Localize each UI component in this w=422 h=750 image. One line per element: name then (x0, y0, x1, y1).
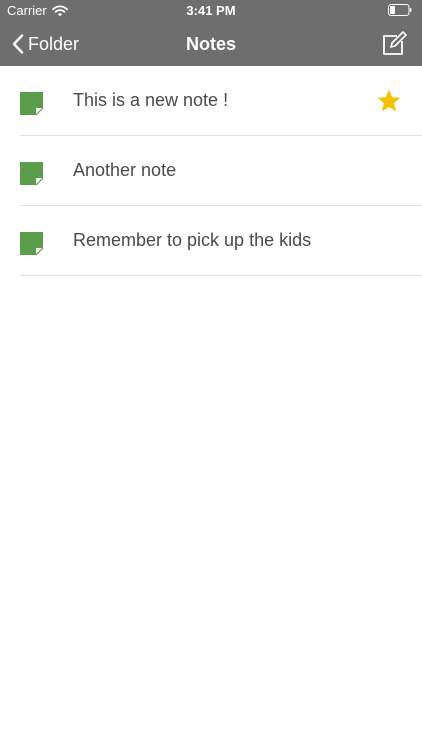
note-row[interactable]: Remember to pick up the kids (0, 206, 422, 276)
star-icon[interactable] (376, 88, 402, 114)
notes-list: This is a new note ! Another note Rememb… (0, 66, 422, 276)
chevron-left-icon (12, 34, 24, 54)
navigation-bar: Folder Notes (0, 22, 422, 66)
note-row[interactable]: Another note (0, 136, 422, 206)
note-icon (20, 232, 44, 256)
top-bar: Carrier 3:41 PM Folder Notes (0, 0, 422, 66)
note-title: Remember to pick up the kids (73, 230, 312, 250)
note-title: Another note (73, 160, 177, 180)
battery-icon (388, 4, 412, 16)
back-button-label: Folder (28, 33, 80, 54)
status-bar: Carrier 3:41 PM (0, 0, 422, 22)
note-title: This is a new note ! (73, 90, 229, 110)
note-icon (20, 92, 44, 116)
compose-button[interactable] (380, 30, 408, 58)
note-icon (20, 162, 44, 186)
status-time: 3:41 PM (186, 3, 236, 18)
note-row[interactable]: This is a new note ! (0, 66, 422, 136)
back-button[interactable]: Folder (12, 22, 79, 66)
compose-icon (380, 30, 408, 58)
